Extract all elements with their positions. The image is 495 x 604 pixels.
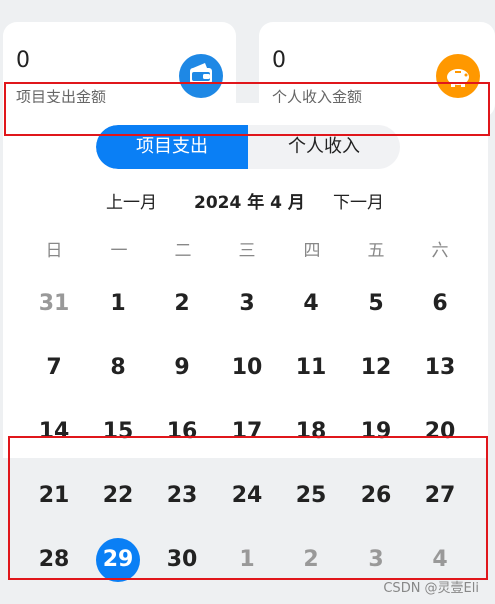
- weekday-fri: 五: [367, 241, 385, 261]
- month-title: 2024 年 4 月: [194, 193, 305, 213]
- month-navigation: 上一月 2024 年 4 月 下一月: [0, 188, 495, 218]
- weekday-sat: 六: [431, 241, 449, 261]
- next-month-button[interactable]: 下一月: [333, 188, 384, 213]
- calendar-day[interactable]: 4: [289, 282, 333, 326]
- calendar-day[interactable]: 11: [289, 346, 333, 390]
- weekday-header: 日 一 二 三 四 五 六: [0, 236, 495, 261]
- weekday-wed: 三: [238, 241, 256, 261]
- weekday-mon: 一: [110, 241, 128, 261]
- calendar-day[interactable]: 6: [418, 282, 462, 326]
- calendar-day[interactable]: 8: [96, 346, 140, 390]
- weekday-tue: 二: [174, 241, 192, 261]
- calendar-day[interactable]: 7: [32, 346, 76, 390]
- calendar-day[interactable]: 12: [354, 346, 398, 390]
- calendar-day[interactable]: 2: [160, 282, 204, 326]
- weekday-sun: 日: [45, 241, 63, 261]
- highlight-box-calendar: [8, 436, 488, 580]
- calendar-day[interactable]: 13: [418, 346, 462, 390]
- prev-month-button[interactable]: 上一月: [106, 188, 157, 213]
- weekday-thu: 四: [303, 241, 321, 261]
- highlight-box-summary: [4, 82, 490, 136]
- calendar-day[interactable]: 31: [32, 282, 76, 326]
- calendar-day[interactable]: 1: [96, 282, 140, 326]
- income-amount: 0: [272, 48, 286, 73]
- calendar-day[interactable]: 10: [225, 346, 269, 390]
- calendar-day[interactable]: 3: [225, 282, 269, 326]
- calendar-day[interactable]: 9: [160, 346, 204, 390]
- expense-amount: 0: [16, 48, 30, 73]
- calendar-day[interactable]: 5: [354, 282, 398, 326]
- watermark: CSDN @灵壹Eli: [383, 581, 479, 596]
